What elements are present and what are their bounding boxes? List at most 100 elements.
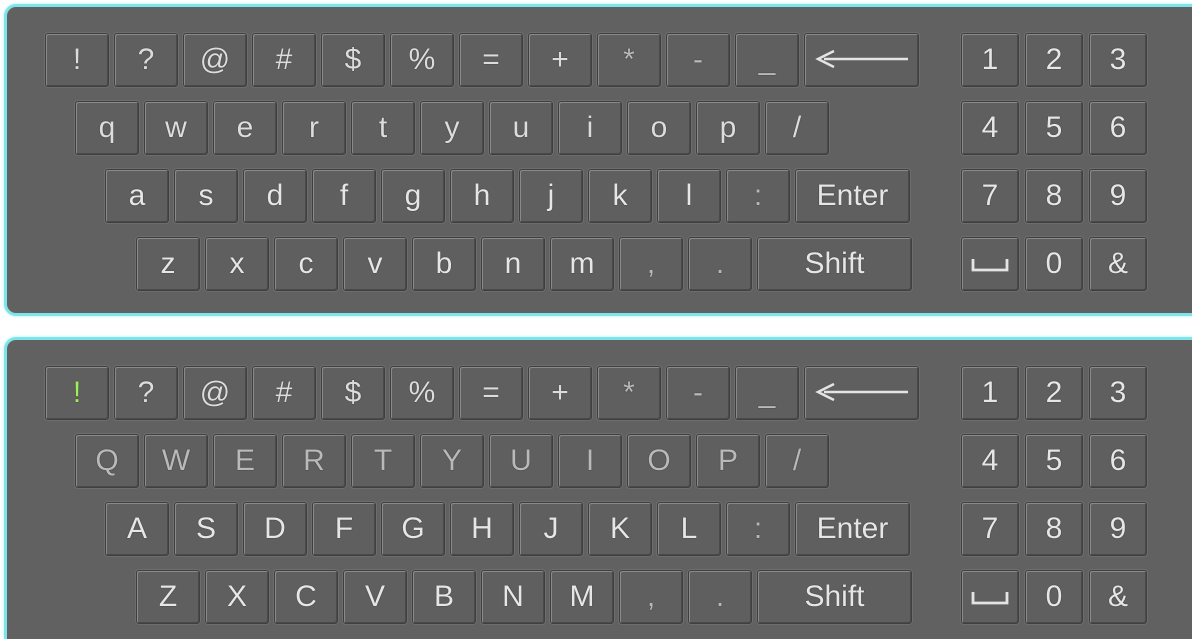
upper-key-l[interactable]: L [657, 502, 721, 556]
lower-key-x[interactable]: x [205, 237, 269, 291]
upper-numpad-key-0[interactable]: 0 [1025, 570, 1083, 624]
upper-key-g[interactable]: G [381, 502, 445, 556]
upper-key-underscore[interactable]: _ [735, 366, 799, 420]
upper-key-d[interactable]: D [243, 502, 307, 556]
upper-key-x[interactable]: X [205, 570, 269, 624]
lower-key-slash[interactable]: / [765, 101, 829, 155]
lower-key-r[interactable]: r [282, 101, 346, 155]
lower-shift-key[interactable]: Shift [757, 237, 912, 291]
lower-key-percent[interactable]: % [390, 33, 454, 87]
lower-numpad-key-4[interactable]: 4 [961, 101, 1019, 155]
lower-key-m[interactable]: m [550, 237, 614, 291]
lower-key-dollar[interactable]: $ [321, 33, 385, 87]
lower-key-v[interactable]: v [343, 237, 407, 291]
lower-key-asterisk[interactable]: * [597, 33, 661, 87]
lower-key-hash[interactable]: # [252, 33, 316, 87]
upper-key-comma[interactable]: , [619, 570, 683, 624]
lower-numpad-key-0[interactable]: 0 [1025, 237, 1083, 291]
lower-numpad-key-3[interactable]: 3 [1089, 33, 1147, 87]
upper-key-slash[interactable]: / [765, 434, 829, 488]
upper-key-hash[interactable]: # [252, 366, 316, 420]
lower-key-h[interactable]: h [450, 169, 514, 223]
lower-key-w[interactable]: w [144, 101, 208, 155]
upper-key-u[interactable]: U [489, 434, 553, 488]
upper-key-m[interactable]: M [550, 570, 614, 624]
lower-numpad-key-5[interactable]: 5 [1025, 101, 1083, 155]
upper-key-k[interactable]: K [588, 502, 652, 556]
lower-key-colon[interactable]: : [726, 169, 790, 223]
upper-key-e[interactable]: E [213, 434, 277, 488]
upper-key-q[interactable]: Q [75, 434, 139, 488]
upper-key-p[interactable]: P [696, 434, 760, 488]
upper-key-s[interactable]: S [174, 502, 238, 556]
upper-numpad-key-6[interactable]: 6 [1089, 434, 1147, 488]
upper-key-period[interactable]: . [688, 570, 752, 624]
upper-key-n[interactable]: N [481, 570, 545, 624]
upper-space-key[interactable] [961, 570, 1019, 624]
upper-key-j[interactable]: J [519, 502, 583, 556]
lower-key-b[interactable]: b [412, 237, 476, 291]
lower-key-exclamation[interactable]: ! [45, 33, 109, 87]
upper-key-c[interactable]: C [274, 570, 338, 624]
lower-key-t[interactable]: t [351, 101, 415, 155]
upper-backspace-key[interactable] [804, 366, 919, 420]
upper-key-minus[interactable]: - [666, 366, 730, 420]
upper-key-exclamation[interactable]: ! [45, 366, 109, 420]
lower-key-comma[interactable]: , [619, 237, 683, 291]
lower-numpad-key-2[interactable]: 2 [1025, 33, 1083, 87]
upper-key-a[interactable]: A [105, 502, 169, 556]
upper-key-equals[interactable]: = [459, 366, 523, 420]
upper-numpad-key-8[interactable]: 8 [1025, 502, 1083, 556]
upper-key-dollar[interactable]: $ [321, 366, 385, 420]
lower-key-g[interactable]: g [381, 169, 445, 223]
upper-key-plus[interactable]: + [528, 366, 592, 420]
lower-key-e[interactable]: e [213, 101, 277, 155]
lower-backspace-key[interactable] [804, 33, 919, 87]
upper-numpad-key-3[interactable]: 3 [1089, 366, 1147, 420]
lower-key-question[interactable]: ? [114, 33, 178, 87]
lower-key-equals[interactable]: = [459, 33, 523, 87]
upper-numpad-key-2[interactable]: 2 [1025, 366, 1083, 420]
upper-key-y[interactable]: Y [420, 434, 484, 488]
lower-key-y[interactable]: y [420, 101, 484, 155]
upper-enter-key[interactable]: Enter [795, 502, 910, 556]
lower-key-u[interactable]: u [489, 101, 553, 155]
lower-enter-key[interactable]: Enter [795, 169, 910, 223]
lower-key-s[interactable]: s [174, 169, 238, 223]
lower-key-at[interactable]: @ [183, 33, 247, 87]
lower-key-underscore[interactable]: _ [735, 33, 799, 87]
upper-key-t[interactable]: T [351, 434, 415, 488]
lower-key-o[interactable]: o [627, 101, 691, 155]
lower-key-z[interactable]: z [136, 237, 200, 291]
lower-key-d[interactable]: d [243, 169, 307, 223]
lower-numpad-key-9[interactable]: 9 [1089, 169, 1147, 223]
upper-key-f[interactable]: F [312, 502, 376, 556]
upper-key-percent[interactable]: % [390, 366, 454, 420]
upper-key-r[interactable]: R [282, 434, 346, 488]
lower-key-j[interactable]: j [519, 169, 583, 223]
lower-key-p[interactable]: p [696, 101, 760, 155]
lower-key-minus[interactable]: - [666, 33, 730, 87]
upper-numpad-key-1[interactable]: 1 [961, 366, 1019, 420]
lower-key-f[interactable]: f [312, 169, 376, 223]
lower-numpad-key-6[interactable]: 6 [1089, 101, 1147, 155]
upper-key-v[interactable]: V [343, 570, 407, 624]
lower-key-period[interactable]: . [688, 237, 752, 291]
upper-numpad-key-ampersand[interactable]: & [1089, 570, 1147, 624]
upper-numpad-key-9[interactable]: 9 [1089, 502, 1147, 556]
upper-key-h[interactable]: H [450, 502, 514, 556]
lower-key-i[interactable]: i [558, 101, 622, 155]
upper-key-at[interactable]: @ [183, 366, 247, 420]
upper-numpad-key-7[interactable]: 7 [961, 502, 1019, 556]
upper-key-question[interactable]: ? [114, 366, 178, 420]
lower-numpad-key-7[interactable]: 7 [961, 169, 1019, 223]
lower-numpad-key-1[interactable]: 1 [961, 33, 1019, 87]
upper-key-colon[interactable]: : [726, 502, 790, 556]
lower-numpad-key-ampersand[interactable]: & [1089, 237, 1147, 291]
upper-key-b[interactable]: B [412, 570, 476, 624]
upper-key-w[interactable]: W [144, 434, 208, 488]
upper-key-o[interactable]: O [627, 434, 691, 488]
lower-key-q[interactable]: q [75, 101, 139, 155]
lower-key-k[interactable]: k [588, 169, 652, 223]
lower-key-a[interactable]: a [105, 169, 169, 223]
